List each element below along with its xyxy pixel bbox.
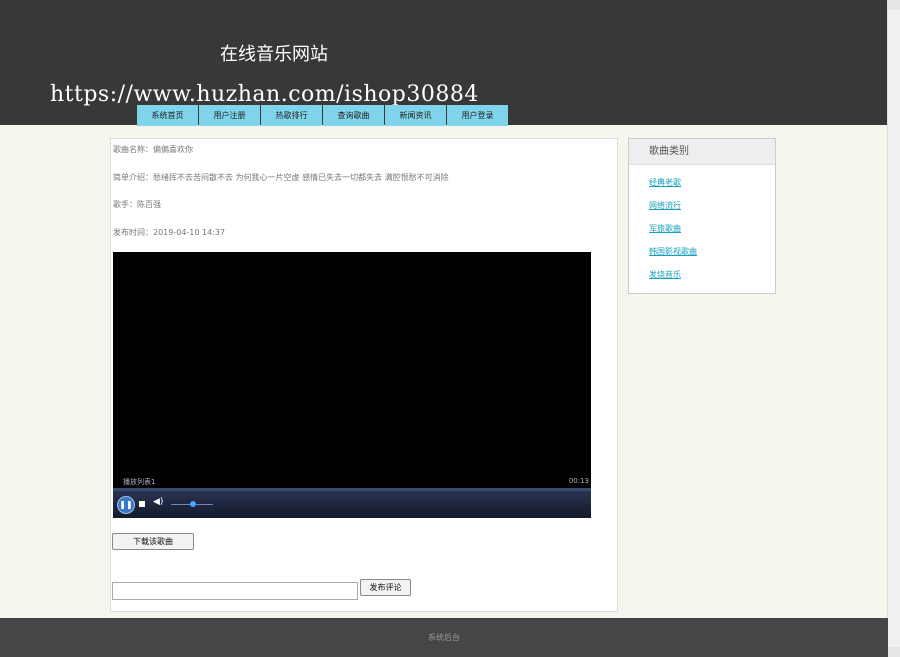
playback-time: 00:13 [568,477,589,485]
speaker-icon[interactable]: ◀) [153,497,163,507]
category-link-internet-pop[interactable]: 网络流行 [649,200,681,211]
admin-link[interactable]: 系统后台 [0,632,888,643]
nav-item-hot-ranking[interactable]: 热歌排行 [261,105,322,126]
site-header: 在线音乐网站 https://www.huzhan.com/ishop30884… [0,0,888,126]
scroll-down-button[interactable] [888,647,900,657]
category-link-audiophile[interactable]: 发烧音乐 [649,269,681,280]
song-name: 歌曲名称：偏偏喜欢你 [113,145,193,154]
song-singer: 歌手：陈百强 [113,200,161,209]
comment-input[interactable] [112,582,358,600]
scroll-up-button[interactable] [888,0,900,10]
nav-item-login[interactable]: 用户登录 [447,105,508,126]
pause-icon[interactable]: ❚❚ [117,496,135,514]
main-nav: 系统首页 用户注册 热歌排行 查询歌曲 新闻资讯 用户登录 [137,105,509,126]
nav-item-register[interactable]: 用户注册 [199,105,260,126]
nav-item-news[interactable]: 新闻资讯 [385,105,446,126]
nav-item-home[interactable]: 系统首页 [137,105,198,126]
category-link-military[interactable]: 军旅歌曲 [649,223,681,234]
post-comment-button[interactable]: 发布评论 [360,579,411,596]
site-footer: 系统后台 [0,618,888,657]
sidebar-title: 歌曲类别 [629,139,775,165]
category-sidebar: 歌曲类别 经典老歌 网络流行 军旅歌曲 韩国影视歌曲 发烧音乐 [628,138,776,294]
category-link-classic[interactable]: 经典老歌 [649,177,681,188]
download-song-button[interactable]: 下载该歌曲 [112,533,194,550]
page-scrollbar[interactable] [887,0,900,657]
nav-item-search-songs[interactable]: 查询歌曲 [323,105,384,126]
song-publish-time: 发布时间：2019-04-10 14:37 [113,228,226,237]
volume-slider-knob[interactable] [190,501,196,507]
watermark-text: https://www.huzhan.com/ishop30884 [50,82,479,107]
category-link-korean-drama[interactable]: 韩国影视歌曲 [649,246,697,257]
song-detail-panel: 歌曲名称：偏偏喜欢你 简单介绍：愁绪挥不去苦闷散不去 为何我心一片空虚 感情已失… [110,138,618,612]
stop-icon[interactable] [139,501,145,507]
player-controls: ❚❚ ◀) [113,491,591,518]
playlist-label: 播放列表1 [123,478,156,486]
media-player[interactable]: 播放列表1 00:13 ❚❚ ◀) [113,252,591,518]
site-title: 在线音乐网站 [220,44,328,65]
song-intro: 简单介绍：愁绪挥不去苦闷散不去 为何我心一片空虚 感情已失去一切都失去 满腔恨愁… [113,173,449,182]
